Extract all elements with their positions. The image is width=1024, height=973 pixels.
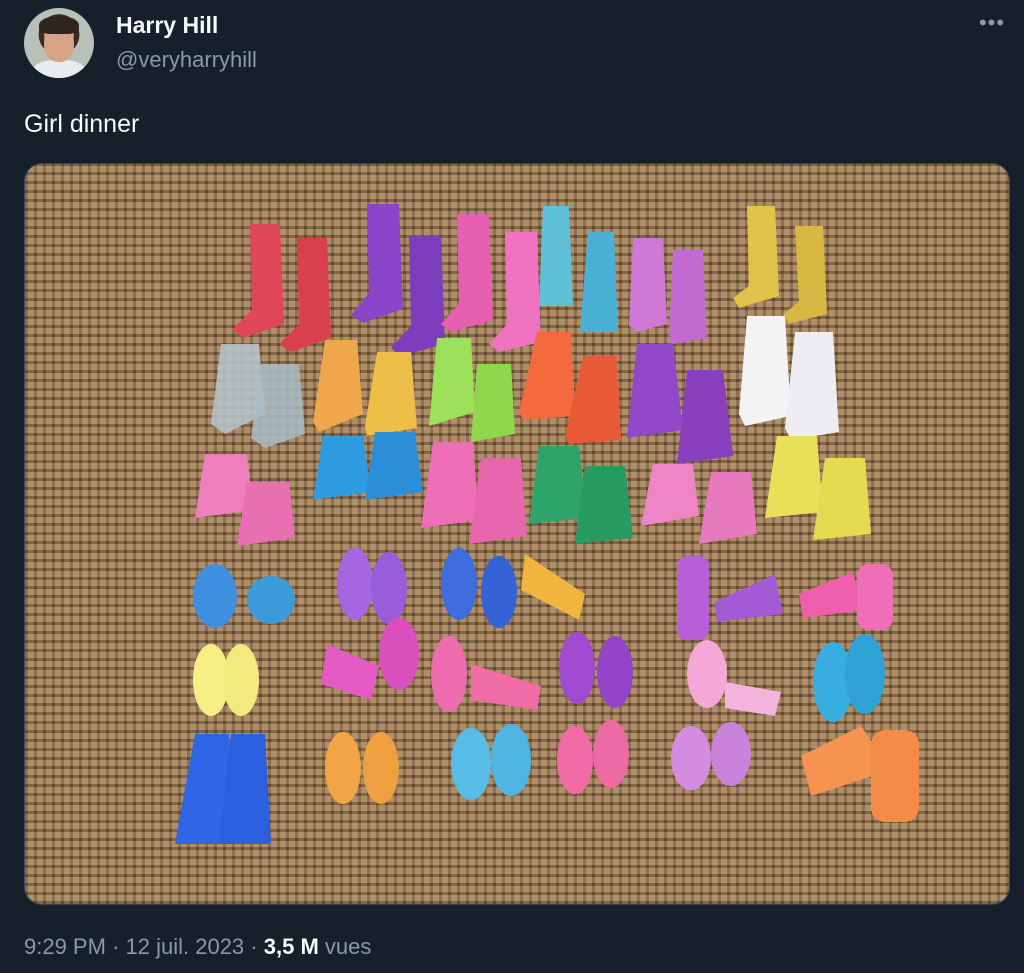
meta-separator: ·	[250, 934, 258, 959]
boots-row-1	[232, 204, 827, 356]
views-count: 3,5 M	[263, 934, 319, 959]
shoes-row-6	[175, 720, 919, 844]
tweet-time[interactable]: 9:29 PM	[24, 934, 106, 959]
tweet: Harry Hill @veryharryhill ••• Girl dinne…	[0, 0, 1024, 973]
doll-shoes-photo	[175, 204, 919, 844]
author-name[interactable]: Harry Hill	[116, 12, 218, 39]
boots-row-3	[195, 432, 871, 546]
views-label: vues	[324, 934, 372, 959]
avatar[interactable]	[24, 8, 94, 78]
meta-separator: ·	[112, 934, 120, 959]
more-horizontal-icon[interactable]: •••	[974, 10, 1010, 35]
avatar-hair	[39, 16, 79, 34]
avatar-shirt	[32, 60, 86, 78]
tweet-meta: 9:29 PM · 12 juil. 2023 · 3,5 M vues	[24, 934, 371, 960]
shoes-row-5	[193, 618, 885, 722]
tweet-text: Girl dinner	[24, 110, 140, 138]
tweet-date[interactable]: 12 juil. 2023	[126, 934, 245, 959]
tweet-photo[interactable]	[24, 163, 1010, 905]
author-handle[interactable]: @veryharryhill	[116, 47, 257, 73]
shoes-row-4	[193, 548, 893, 640]
